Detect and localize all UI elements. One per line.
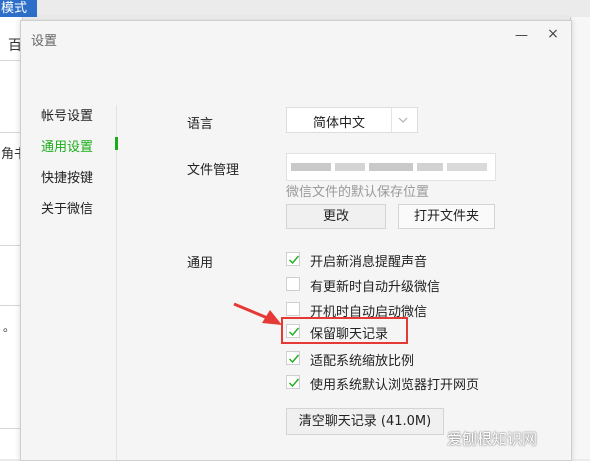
annotation-arrow-icon (233, 302, 282, 325)
watermark: 爱刨根知识网 (447, 430, 538, 448)
